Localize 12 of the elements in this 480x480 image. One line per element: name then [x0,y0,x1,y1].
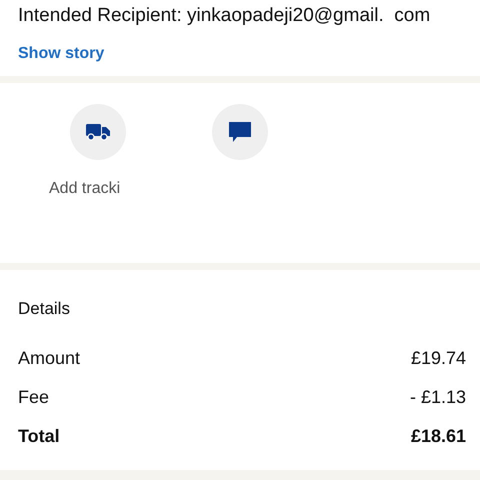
details-heading: Details [18,298,70,320]
total-label: Total [18,425,60,448]
detail-label: Amount [18,347,80,370]
detail-value: £19.74 [410,347,466,370]
recipient-text: Intended Recipient: yinkaopadeji20@gmail. com [18,4,432,28]
total-value: £18.61 [410,425,466,448]
detail-label: Fee [18,386,50,409]
truck-icon [86,123,110,141]
message-icon [228,121,252,143]
show-story-link[interactable]: Show story [18,42,104,66]
action-label: Add tracki [49,179,120,199]
detail-value: - £1.13 [410,386,466,409]
